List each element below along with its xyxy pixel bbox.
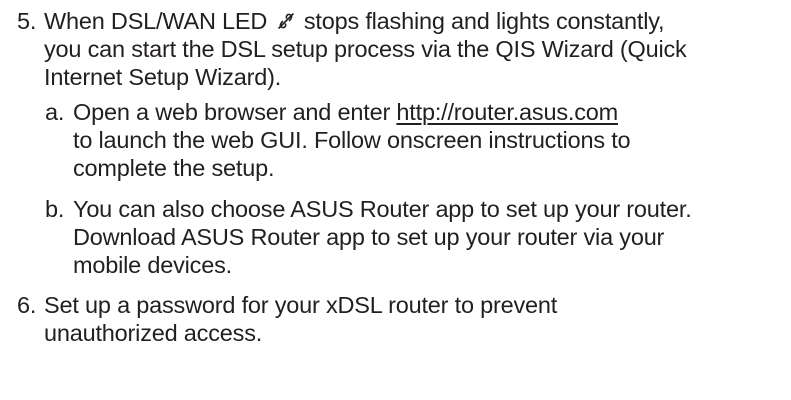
dsl-wan-led-icon: [276, 11, 296, 31]
step-number: 6.: [17, 292, 37, 318]
substep-line: Download ASUS Router app to set up your …: [73, 224, 665, 250]
substep-text-segment: Open a web browser and enter: [73, 99, 391, 125]
manual-page: 5. When DSL/WAN LED stops flashing and l…: [0, 0, 791, 400]
step-line: Internet Setup Wizard).: [44, 64, 282, 90]
router-url-link[interactable]: http://router.asus.com: [396, 99, 618, 125]
substep-text: Open a web browser and enter http://rout…: [73, 98, 631, 182]
substep-a: a. Open a web browser and enter http://r…: [45, 98, 631, 182]
step-line: When DSL/WAN LED stops flashing and ligh…: [44, 7, 687, 35]
substep-line: Open a web browser and enter http://rout…: [73, 98, 630, 126]
substep-b: b. You can also choose ASUS Router app t…: [45, 195, 692, 279]
substep-line: mobile devices.: [73, 252, 232, 278]
step-text: Set up a password for your xDSL router t…: [44, 291, 557, 347]
step-text-segment: stops flashing and lights constantly,: [297, 8, 665, 34]
substep-letter: b.: [45, 196, 65, 222]
substep-line: You can also choose ASUS Router app to s…: [73, 196, 692, 222]
substep-text: You can also choose ASUS Router app to s…: [73, 195, 692, 279]
step-line: Set up a password for your xDSL router t…: [44, 292, 558, 318]
step-number: 5.: [17, 8, 37, 34]
step-line: unauthorized access.: [44, 320, 263, 346]
substep-line: complete the setup.: [73, 155, 275, 181]
step-line: you can start the DSL setup process via …: [44, 36, 687, 62]
step-text-segment: When DSL/WAN LED: [44, 8, 274, 34]
step-5: 5. When DSL/WAN LED stops flashing and l…: [17, 7, 687, 91]
substep-line: to launch the web GUI. Follow onscreen i…: [73, 127, 631, 153]
substep-letter: a.: [45, 99, 65, 125]
step-text: When DSL/WAN LED stops flashing and ligh…: [44, 7, 687, 91]
step-6: 6. Set up a password for your xDSL route…: [17, 291, 557, 347]
